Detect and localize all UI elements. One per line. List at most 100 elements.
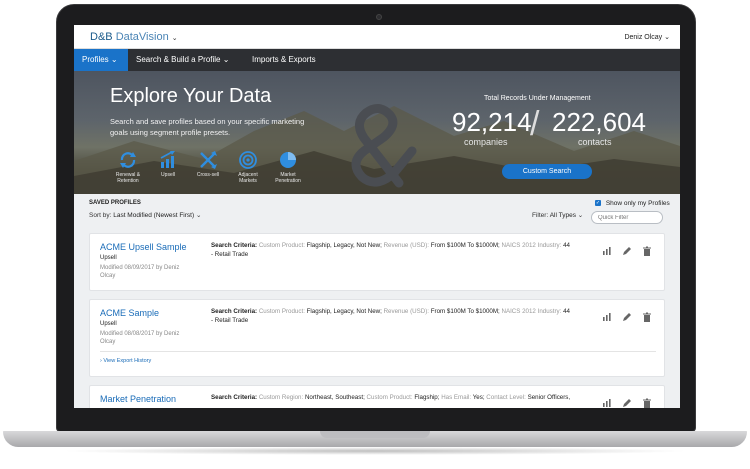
trash-icon[interactable]	[642, 398, 652, 408]
custom-search-button[interactable]: Custom Search	[502, 164, 592, 179]
hero-title: Explore Your Data	[110, 85, 272, 107]
show-only-mine-checkbox[interactable]: ✓ Show only my Profiles	[595, 200, 670, 207]
hero-banner: Explore Your Data Search and save profil…	[74, 71, 680, 194]
view-export-history-link[interactable]: › View Export History	[100, 358, 151, 364]
criteria-key: Revenue (USD):	[383, 242, 429, 249]
criteria-value: From $100M To $1000M;	[430, 242, 500, 249]
laptop-camera	[376, 14, 382, 20]
criteria-key: Revenue (USD):	[383, 308, 429, 315]
criteria-key: Contact Level:	[486, 394, 526, 401]
nav-item-search-build[interactable]: Search & Build a Profile ⌄	[128, 49, 237, 71]
export-link-label: View Export History	[103, 358, 152, 364]
criteria-value: Flagship, Legacy, Not New;	[306, 308, 382, 315]
cross-sell-icon	[200, 151, 217, 169]
checkbox-checked-icon: ✓	[595, 200, 601, 207]
sort-value: Last Modified (Newest First)	[113, 212, 195, 219]
preset-adjacent-markets[interactable]: Adjacent Markets	[230, 150, 266, 184]
criteria-key: Custom Region:	[258, 394, 304, 401]
profile-actions	[602, 246, 654, 256]
chevron-down-icon: ⌄	[195, 212, 202, 219]
chart-icon[interactable]	[602, 246, 612, 256]
profile-actions	[602, 312, 654, 322]
criteria-label: Search Criteria:	[211, 308, 258, 315]
criteria-key: Custom Product:	[258, 308, 305, 315]
preset-renewal[interactable]: Renewal & Retention	[110, 150, 146, 184]
preset-label: Market Penetration	[275, 172, 301, 184]
chevron-down-icon: ⌄	[577, 212, 584, 219]
renewal-icon	[120, 152, 136, 168]
preset-label: Renewal & Retention	[115, 172, 141, 184]
criteria-key: NAICS 2012 Industry:	[501, 242, 562, 249]
chevron-down-icon: ⌄	[222, 55, 230, 64]
quick-filter-input[interactable]	[591, 211, 663, 224]
chevron-down-icon: ⌄	[664, 34, 670, 41]
profile-actions	[602, 398, 654, 408]
profile-criteria: Search Criteria: Custom Region: Northeas…	[211, 393, 591, 402]
profile-card: ACME Upsell Sample Upsell Modified 08/09…	[89, 233, 665, 291]
saved-profiles-heading: SAVED PROFILES	[89, 200, 141, 206]
profile-name-link[interactable]: ACME Sample	[100, 308, 159, 318]
card-divider	[100, 351, 656, 352]
preset-upsell[interactable]: Upsell	[150, 150, 186, 178]
preset-market-penetration[interactable]: Market Penetration	[270, 150, 306, 184]
nav-item-label: Imports & Exports	[252, 55, 316, 64]
companies-label: companies	[464, 137, 508, 147]
app-logo[interactable]: D&B DataVision ⌄	[90, 31, 178, 43]
app-screen: D&B DataVision ⌄ Deniz Olcay ⌄ Profiles …	[74, 25, 680, 408]
adjacent-markets-icon	[239, 151, 257, 169]
profile-criteria: Search Criteria: Custom Product: Flagshi…	[211, 241, 571, 259]
profile-name-link[interactable]: Market Penetration	[100, 394, 176, 404]
nav-item-label: Search & Build a Profile	[136, 55, 221, 64]
profile-modified: Modified 08/08/2017 by Deniz Olcay	[100, 331, 180, 345]
laptop-frame: D&B DataVision ⌄ Deniz Olcay ⌄ Profiles …	[0, 0, 750, 469]
nav-item-label: Profiles	[82, 55, 109, 64]
profile-type: Upsell	[100, 321, 117, 327]
show-only-label: Show only my Profiles	[605, 200, 670, 207]
profile-name-link[interactable]: ACME Upsell Sample	[100, 242, 187, 252]
chart-icon[interactable]	[602, 398, 612, 408]
criteria-key: Custom Product:	[366, 394, 413, 401]
nav-item-imports-exports[interactable]: Imports & Exports	[244, 49, 324, 71]
user-menu[interactable]: Deniz Olcay ⌄	[624, 33, 670, 41]
criteria-value: Senior Officers,	[527, 394, 571, 401]
laptop-base-notch	[320, 431, 430, 438]
filter-value: All Types	[549, 212, 576, 219]
nav-item-profiles[interactable]: Profiles ⌄	[74, 49, 128, 71]
logo-product: DataVision	[115, 31, 169, 43]
criteria-value: Yes;	[472, 394, 485, 401]
contacts-label: contacts	[578, 137, 612, 147]
filter-label: Filter:	[532, 212, 549, 219]
user-name: Deniz Olcay	[624, 34, 663, 41]
criteria-value: Flagship, Legacy, Not New;	[306, 242, 382, 249]
brand-ampersand-graphic	[351, 104, 417, 188]
main-nav: Profiles ⌄ Search & Build a Profile ⌄ Im…	[74, 49, 680, 71]
criteria-value: From $100M To $1000M;	[430, 308, 500, 315]
criteria-label: Search Criteria:	[211, 394, 258, 401]
edit-icon[interactable]	[622, 246, 632, 256]
preset-icons: Renewal & Retention Upsell Cross-sell Ad…	[110, 150, 320, 194]
divider-slash: /	[530, 105, 540, 143]
profile-criteria: Search Criteria: Custom Product: Flagshi…	[211, 307, 571, 325]
criteria-value: Northeast, Southeast;	[304, 394, 365, 401]
criteria-label: Search Criteria:	[211, 242, 258, 249]
profile-card: Market Penetration Search Criteria: Cust…	[89, 385, 665, 408]
contacts-count: 222,604	[552, 107, 646, 137]
chart-icon[interactable]	[602, 312, 612, 322]
preset-label: Upsell	[161, 172, 175, 178]
preset-cross-sell[interactable]: Cross-sell	[190, 150, 226, 178]
edit-icon[interactable]	[622, 398, 632, 408]
edit-icon[interactable]	[622, 312, 632, 322]
criteria-value: Flagship;	[414, 394, 440, 401]
sort-control[interactable]: Sort by: Last Modified (Newest First) ⌄	[89, 211, 201, 219]
top-bar: D&B DataVision ⌄ Deniz Olcay ⌄	[74, 25, 680, 49]
trash-icon[interactable]	[642, 246, 652, 256]
market-penetration-icon	[280, 152, 296, 168]
laptop-shadow	[60, 447, 690, 455]
logo-brand: D&B	[90, 31, 113, 43]
trash-icon[interactable]	[642, 312, 652, 322]
sort-label: Sort by:	[89, 212, 112, 219]
upsell-icon	[160, 151, 175, 168]
filter-type-select[interactable]: Filter: All Types ⌄	[532, 211, 583, 219]
chevron-down-icon: ⌄	[110, 55, 118, 64]
chevron-right-icon: ›	[100, 358, 102, 364]
